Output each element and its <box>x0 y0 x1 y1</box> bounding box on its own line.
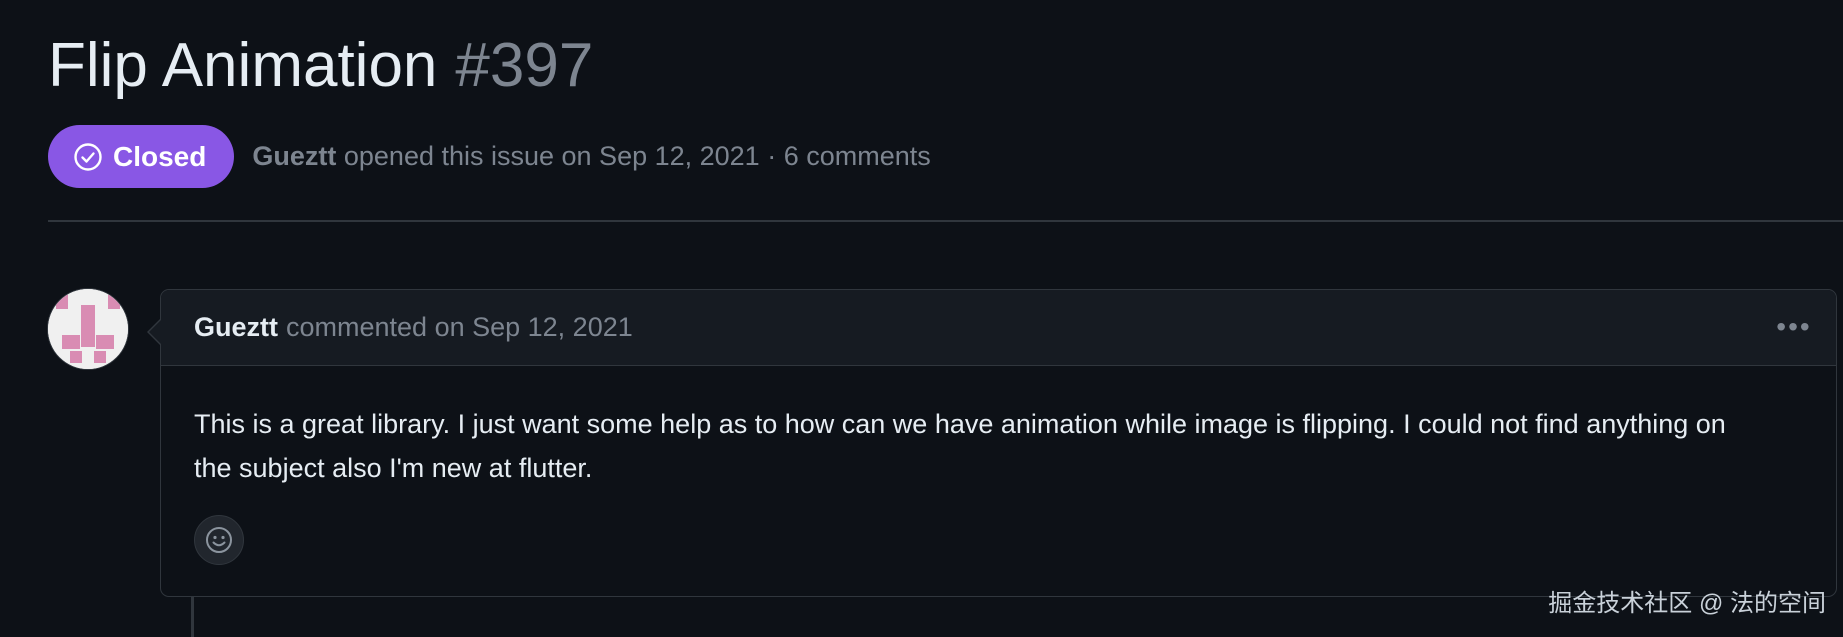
comment-author-link[interactable]: Gueztt <box>194 312 278 343</box>
comment-body: This is a great library. I just want som… <box>194 409 1726 483</box>
status-label: Closed <box>113 140 207 172</box>
issue-number: #397 <box>455 31 594 100</box>
header-divider <box>48 220 1843 222</box>
kebab-horizontal-icon[interactable]: ••• <box>1774 311 1814 342</box>
watermark: 掘金技术社区 @ 法的空间 <box>1548 590 1826 617</box>
issue-meta-text: Gueztt opened this issue on Sep 12, 2021… <box>252 141 930 172</box>
comment-timestamp[interactable]: commented on Sep 12, 2021 <box>286 312 633 343</box>
comment-header: Gueztt commented on Sep 12, 2021 ••• <box>161 290 1836 366</box>
timeline-line <box>191 597 194 637</box>
issue-title-row: Flip Animation #397 <box>48 30 593 101</box>
smiley-icon <box>204 525 234 555</box>
add-reaction-button[interactable] <box>194 515 244 565</box>
comment-box: Gueztt commented on Sep 12, 2021 ••• Thi… <box>147 289 1837 597</box>
issue-meta-details: opened this issue on Sep 12, 2021 · 6 co… <box>343 141 931 171</box>
status-badge: Closed <box>48 125 235 188</box>
issue-author-link[interactable]: Gueztt <box>252 141 336 171</box>
avatar[interactable] <box>47 288 129 370</box>
check-circle-icon <box>73 142 103 172</box>
issue-meta: Closed Gueztt opened this issue on Sep 1… <box>48 125 931 188</box>
issue-title: Flip Animation <box>48 31 438 100</box>
